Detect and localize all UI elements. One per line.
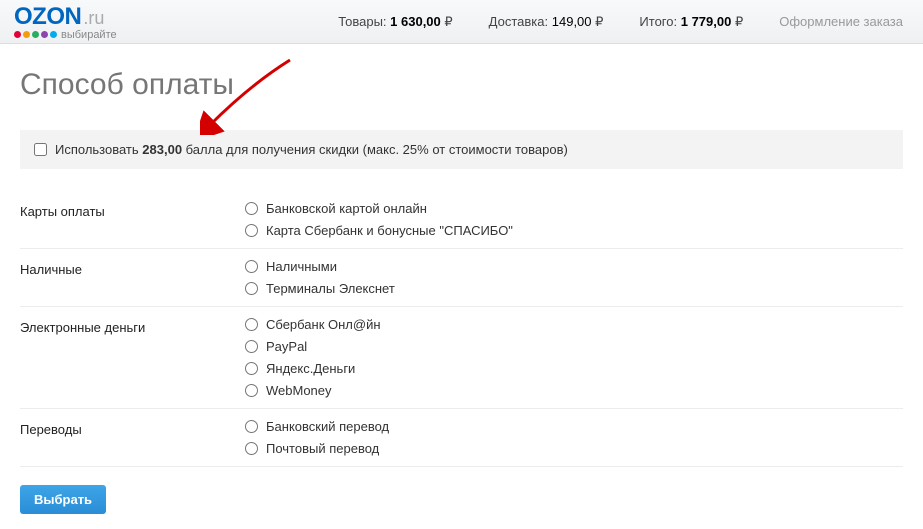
payment-option-label: Терминалы Элекснет xyxy=(266,281,395,296)
bonus-points: 283,00 xyxy=(142,142,182,157)
delivery-label: Доставка: xyxy=(489,14,548,29)
total-value: 1 779,00 xyxy=(681,14,732,29)
payment-option-label: WebMoney xyxy=(266,383,332,398)
ruble-icon xyxy=(444,14,452,29)
payment-option-label: Банковской картой онлайн xyxy=(266,201,427,216)
goods-value: 1 630,00 xyxy=(390,14,441,29)
order-summary: Товары: 1 630,00 Доставка: 149,00 Итого:… xyxy=(320,14,913,30)
payment-group: Электронные деньги Сбербанк Онл@йн PayPal Я… xyxy=(20,307,903,409)
payment-radio[interactable] xyxy=(245,420,258,433)
payment-option-label: PayPal xyxy=(266,339,307,354)
payment-option-label: Банковский перевод xyxy=(266,419,389,434)
options-list: Банковский перевод Почтовый перевод xyxy=(245,419,389,456)
logo-tagline: выбирайте xyxy=(61,29,117,41)
page-title: Способ оплаты xyxy=(20,68,903,102)
payment-option[interactable]: PayPal xyxy=(245,339,381,354)
payment-radio[interactable] xyxy=(245,362,258,375)
group-label: Карты оплаты xyxy=(20,201,245,219)
logo-main: OZON .ru xyxy=(14,3,104,31)
logo-dots-icon xyxy=(14,31,57,38)
options-list: Банковской картой онлайн Карта Сбербанк и… xyxy=(245,201,513,238)
summary-delivery: Доставка: 149,00 xyxy=(471,14,622,30)
payment-radio[interactable] xyxy=(245,282,258,295)
options-list: Наличными Терминалы Элекснет xyxy=(245,259,395,296)
payment-option[interactable]: Терминалы Элекснет xyxy=(245,281,395,296)
payment-radio[interactable] xyxy=(245,260,258,273)
goods-label: Товары: xyxy=(338,14,386,29)
total-label: Итого: xyxy=(639,14,677,29)
bonus-prefix: Использовать xyxy=(55,142,142,157)
payment-option-label: Карта Сбербанк и бонусные "СПАСИБО" xyxy=(266,223,513,238)
options-list: Сбербанк Онл@йн PayPal Яндекс.Деньги WebMon… xyxy=(245,317,381,398)
bonus-text: Использовать 283,00 балла для получения … xyxy=(55,142,568,157)
checkout-step-label: Оформление заказа xyxy=(761,14,913,29)
ruble-icon xyxy=(735,14,743,29)
payment-option-label: Сбербанк Онл@йн xyxy=(266,317,381,332)
payment-option[interactable]: Сбербанк Онл@йн xyxy=(245,317,381,332)
payment-group: Наличные Наличными Терминалы Элекснет xyxy=(20,249,903,307)
payment-radio[interactable] xyxy=(245,318,258,331)
payment-radio[interactable] xyxy=(245,224,258,237)
payment-group: Карты оплаты Банковской картой онлайн Карт… xyxy=(20,191,903,249)
payment-option[interactable]: Банковской картой онлайн xyxy=(245,201,513,216)
summary-total: Итого: 1 779,00 xyxy=(621,14,761,30)
payment-radio[interactable] xyxy=(245,442,258,455)
payment-option[interactable]: Банковский перевод xyxy=(245,419,389,434)
payment-option-label: Почтовый перевод xyxy=(266,441,379,456)
payment-group: Переводы Банковский перевод Почтовый перев… xyxy=(20,409,903,467)
payment-option-label: Яндекс.Деньги xyxy=(266,361,355,376)
ruble-icon xyxy=(595,14,603,29)
payment-radio[interactable] xyxy=(245,384,258,397)
delivery-value: 149,00 xyxy=(552,14,592,29)
use-bonus-checkbox[interactable] xyxy=(34,143,47,156)
group-label: Наличные xyxy=(20,259,245,277)
bonus-banner: Использовать 283,00 балла для получения … xyxy=(20,130,903,169)
payment-option[interactable]: Почтовый перевод xyxy=(245,441,389,456)
payment-option-label: Наличными xyxy=(266,259,337,274)
group-label: Электронные деньги xyxy=(20,317,245,335)
logo-brand: OZON xyxy=(14,3,81,31)
group-label: Переводы xyxy=(20,419,245,437)
payment-option[interactable]: Наличными xyxy=(245,259,395,274)
payment-option[interactable]: Карта Сбербанк и бонусные "СПАСИБО" xyxy=(245,223,513,238)
summary-goods: Товары: 1 630,00 xyxy=(320,14,470,30)
main-content: Способ оплаты Использовать 283,00 балла … xyxy=(0,44,923,524)
payment-option[interactable]: WebMoney xyxy=(245,383,381,398)
select-button[interactable]: Выбрать xyxy=(20,485,106,514)
logo-suffix: .ru xyxy=(83,8,104,29)
site-logo[interactable]: OZON .ru выбирайте xyxy=(10,3,180,41)
payment-radio[interactable] xyxy=(245,340,258,353)
payment-option[interactable]: Яндекс.Деньги xyxy=(245,361,381,376)
bonus-suffix: балла для получения скидки (макс. 25% от… xyxy=(182,142,568,157)
logo-sub: выбирайте xyxy=(14,29,117,41)
payment-radio[interactable] xyxy=(245,202,258,215)
header-bar: OZON .ru выбирайте Товары: 1 630,00 Дост… xyxy=(0,0,923,44)
